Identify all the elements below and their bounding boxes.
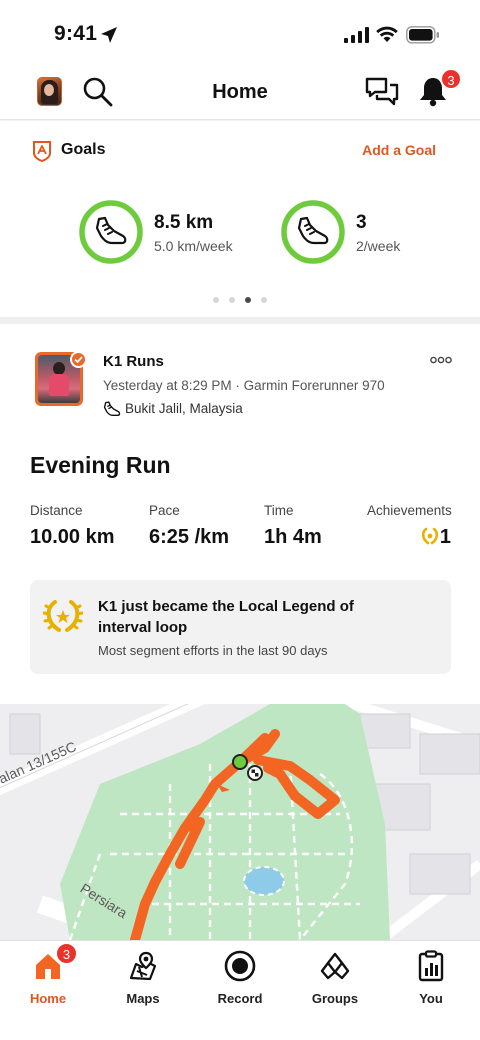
top-header: Home 3: [0, 66, 480, 120]
stat-time: Time 1h 4m: [264, 503, 322, 549]
stat-pace: Pace 6:25 /km: [149, 503, 229, 549]
chat-icon[interactable]: [365, 77, 399, 107]
tab-label: Record: [217, 991, 263, 1006]
local-legend-card[interactable]: K1 just became the Local Legend of inter…: [30, 580, 451, 674]
stat-value: 1h 4m: [264, 526, 322, 548]
local-legend-subtitle: Most segment efforts in the last 90 days: [98, 643, 328, 658]
stat-value: 1: [439, 526, 451, 548]
page-dot: [261, 297, 267, 303]
page-dot: [213, 297, 219, 303]
goal-value: 8.5 km: [154, 212, 214, 233]
stat-label: Time: [264, 503, 294, 518]
more-options-icon[interactable]: [430, 355, 452, 365]
athlete-name[interactable]: K1 Runs: [103, 353, 164, 370]
tab-label: You: [419, 991, 443, 1006]
stat-achievements: Achievements 1: [367, 503, 452, 549]
tab-label: Maps: [126, 991, 160, 1006]
tab-you[interactable]: You: [391, 947, 471, 1006]
stat-value: 6:25 /km: [149, 526, 230, 548]
stat-label: Distance: [30, 503, 83, 518]
running-shoe-icon: [297, 216, 329, 245]
running-shoe-icon: [95, 216, 127, 245]
tab-label: Groups: [311, 991, 359, 1006]
activity-meta: Yesterday at 8:29 PM · Garmin Forerunner…: [103, 378, 385, 393]
goals-section: Goals Add a Goal 8.5 km 5.0 km/week 3 2/…: [0, 121, 480, 317]
battery-icon: [406, 26, 439, 44]
laurel-wreath-icon: [43, 600, 83, 632]
goals-title: Goals: [61, 141, 106, 158]
location-arrow-icon: [101, 27, 117, 43]
groups-icon: [320, 952, 350, 980]
goal-card-distance[interactable]: 8.5 km 5.0 km/week: [78, 199, 258, 265]
stat-distance: Distance 10.00 km: [30, 503, 115, 549]
activity-title[interactable]: Evening Run: [30, 452, 171, 479]
running-shoe-icon: [103, 401, 121, 417]
goal-target: 2/week: [356, 238, 401, 254]
stat-label: Achievements: [367, 503, 452, 518]
notifications-badge: 3: [440, 68, 462, 90]
map-icon: [129, 951, 157, 981]
achievements-value-row: 1: [367, 526, 451, 549]
section-divider: [0, 317, 480, 324]
status-time: 9:41: [54, 22, 98, 45]
stat-label: Pace: [149, 503, 180, 518]
verified-check-icon: [70, 351, 87, 368]
goal-value: 3: [356, 212, 367, 233]
tab-groups[interactable]: Groups: [295, 947, 375, 1006]
you-icon: [418, 950, 444, 982]
record-icon: [224, 950, 256, 982]
status-bar: 9:41: [0, 0, 480, 66]
laurel-icon: [421, 527, 438, 545]
wifi-icon: [376, 26, 398, 42]
goals-page-indicator[interactable]: [0, 297, 480, 303]
page-dot-active: [245, 297, 251, 303]
add-goal-link[interactable]: Add a Goal: [362, 142, 436, 158]
activity-location: Bukit Jalil, Malaysia: [125, 401, 243, 416]
goal-target: 5.0 km/week: [154, 238, 233, 254]
tab-maps[interactable]: Maps: [103, 947, 183, 1006]
tab-label: Home: [29, 991, 67, 1006]
stat-value: 10.00 km: [30, 526, 115, 548]
cellular-signal-icon: [344, 27, 369, 43]
tab-record[interactable]: Record: [200, 947, 280, 1006]
page-dot: [229, 297, 235, 303]
route-map[interactable]: alan 13/155C Persiara: [0, 704, 480, 940]
local-legend-title: K1 just became the Local Legend of inter…: [98, 598, 354, 636]
page-title: Home: [212, 81, 268, 103]
goals-shield-icon: [33, 141, 51, 162]
goal-card-runs[interactable]: 3 2/week: [280, 199, 440, 265]
home-tab-badge: 3: [55, 942, 78, 965]
